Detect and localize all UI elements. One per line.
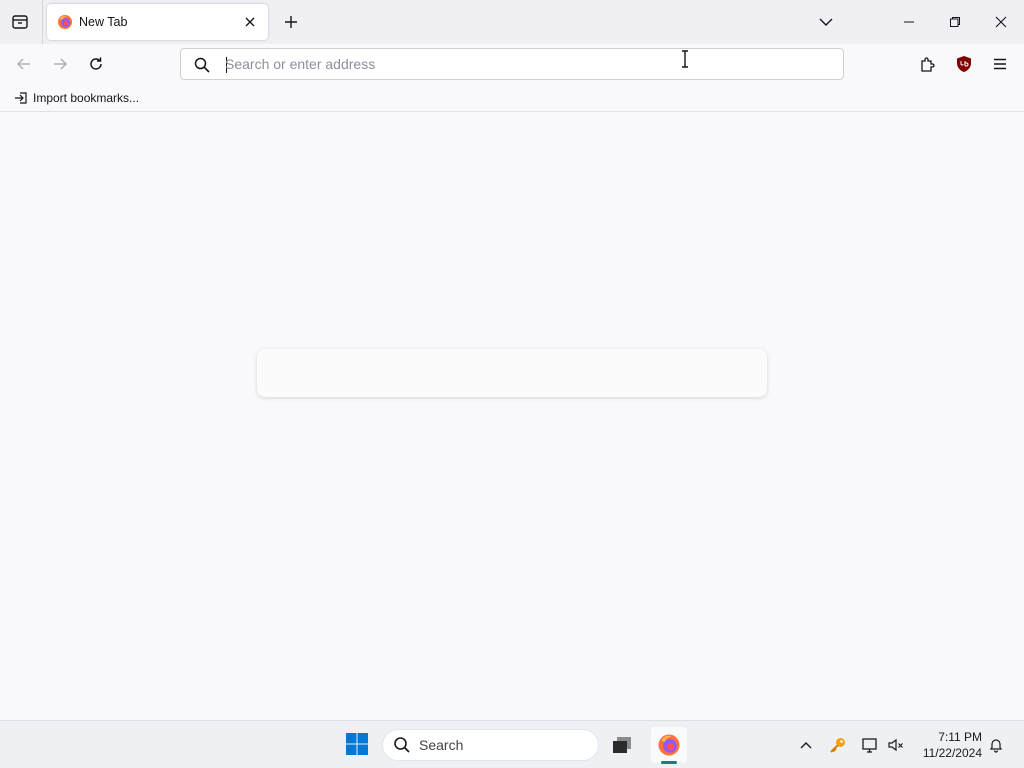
key-icon <box>830 738 845 753</box>
volume-muted-icon <box>888 738 903 752</box>
chevron-down-icon <box>819 18 833 26</box>
close-window-button[interactable] <box>978 0 1024 44</box>
address-input[interactable] <box>225 53 825 75</box>
close-icon <box>245 17 255 27</box>
arrow-left-icon <box>16 58 30 70</box>
firefox-icon <box>58 15 72 29</box>
tab-separator <box>42 0 43 44</box>
forward-button[interactable] <box>46 50 74 78</box>
app-menu-button[interactable] <box>986 50 1014 78</box>
ublock-origin-button[interactable] <box>950 50 978 78</box>
tab-strip: New Tab <box>0 0 1024 44</box>
firefox-view-button[interactable] <box>6 8 34 36</box>
chevron-up-icon <box>800 742 812 749</box>
puzzle-icon <box>921 57 935 72</box>
start-button[interactable] <box>340 727 374 761</box>
active-app-indicator <box>661 761 677 764</box>
address-bar[interactable] <box>180 48 844 80</box>
network-icon <box>862 738 877 753</box>
tab-new-tab[interactable]: New Tab <box>47 4 268 40</box>
minimize-button[interactable] <box>886 0 932 44</box>
import-bookmarks-button[interactable]: Import bookmarks... <box>10 88 143 108</box>
system-clock[interactable]: 7:11 PM 11/22/2024 <box>916 729 982 761</box>
new-tab-button[interactable] <box>277 8 305 36</box>
taskbar-search-label: Search <box>419 737 464 753</box>
list-all-tabs-button[interactable] <box>812 8 840 36</box>
notifications-button[interactable] <box>986 735 1006 755</box>
close-tab-button[interactable] <box>240 12 260 32</box>
tab-title: New Tab <box>79 15 128 29</box>
tray-network[interactable] <box>859 734 881 756</box>
bookmarks-toolbar: Import bookmarks... <box>0 84 1024 112</box>
tray-volume[interactable] <box>885 734 907 756</box>
restore-button[interactable] <box>932 0 978 44</box>
plus-icon <box>285 16 297 28</box>
import-bookmarks-label: Import bookmarks... <box>33 91 140 105</box>
windows-start-icon <box>346 733 368 755</box>
search-icon <box>394 737 410 753</box>
taskbar-firefox-button[interactable] <box>651 727 687 763</box>
minimize-icon <box>904 21 914 23</box>
reload-button[interactable] <box>82 50 110 78</box>
restore-icon <box>950 17 960 27</box>
hamburger-menu-icon <box>994 58 1006 70</box>
back-button[interactable] <box>10 50 38 78</box>
navigation-toolbar <box>0 44 1024 84</box>
windows-taskbar: Search 7:11 PM 11/22/2024 <box>0 720 1024 768</box>
text-cursor-icon <box>682 50 688 68</box>
ublock-shield-icon <box>957 56 971 72</box>
firefox-icon <box>658 734 680 756</box>
taskbar-search[interactable]: Search <box>382 729 599 761</box>
clock-time: 7:11 PM <box>938 730 982 744</box>
close-icon <box>995 16 1007 28</box>
new-tab-page <box>0 113 1024 720</box>
clock-date: 11/22/2024 <box>922 746 982 760</box>
reload-icon <box>90 57 102 70</box>
firefox-view-icon <box>12 15 28 29</box>
tray-key-app[interactable] <box>827 734 849 756</box>
bell-icon <box>989 739 1003 753</box>
extensions-button[interactable] <box>914 50 942 78</box>
arrow-right-icon <box>54 58 68 70</box>
task-view-button[interactable] <box>604 727 640 763</box>
show-hidden-icons-button[interactable] <box>795 734 817 756</box>
import-icon <box>15 92 27 104</box>
search-icon <box>194 57 210 73</box>
task-view-icon <box>613 737 631 753</box>
new-tab-search-box[interactable] <box>257 349 767 397</box>
